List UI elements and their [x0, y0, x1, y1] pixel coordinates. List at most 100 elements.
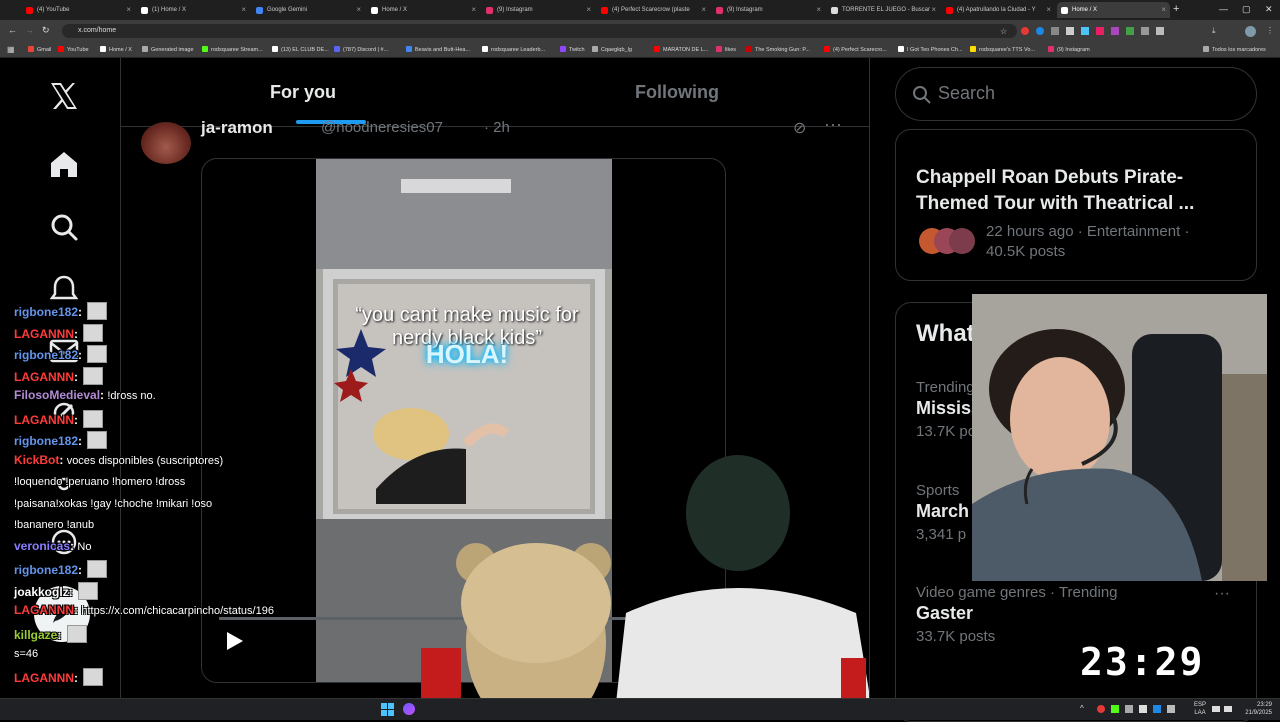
bookmark-item[interactable]: Home / X [100, 46, 132, 53]
trend-item-3[interactable]: Video game genres · Trending Gaster 33.7… [916, 584, 1118, 645]
browser-tab[interactable]: (4) Perfect Scarecrow (plaste × [597, 2, 710, 18]
tab-close-icon[interactable]: × [816, 5, 821, 14]
chat-separator: : [78, 434, 86, 448]
tab-close-icon[interactable]: × [241, 5, 246, 14]
search-placeholder: Search [938, 83, 996, 103]
chat-message: LAGANNN: [14, 323, 104, 342]
bookmark-favicon-icon [272, 46, 278, 52]
chat-separator: : [74, 369, 82, 384]
bookmark-item[interactable]: rodsquaree Stream... [202, 46, 263, 53]
search-box[interactable]: Search [895, 67, 1257, 121]
language-code: ESP [1194, 702, 1207, 708]
home-icon[interactable] [44, 144, 84, 184]
tab-for-you[interactable]: For you [270, 82, 336, 103]
bookmark-item[interactable]: Generated image [142, 46, 194, 53]
bookmark-item[interactable]: Gmail [28, 46, 51, 53]
menu-dots-icon[interactable]: ⋮ [1266, 26, 1274, 35]
bookmark-item[interactable]: YouTube [58, 46, 89, 53]
bookmark-item[interactable]: likes [716, 46, 736, 53]
bookmark-item[interactable]: Twitch [560, 46, 585, 53]
tab-close-icon[interactable]: × [586, 5, 591, 14]
bookmark-item[interactable]: MARATON DE L... [654, 46, 708, 53]
tab-close-icon[interactable]: × [701, 5, 706, 14]
minimize-icon[interactable]: — [1219, 4, 1228, 14]
bookmark-item[interactable]: Cqaeglqb_lg [592, 46, 632, 53]
trend-item-2[interactable]: Sports March 3,341 p [916, 482, 969, 543]
close-window-icon[interactable]: ✕ [1265, 4, 1273, 15]
download-icon[interactable]: ⤓ [1212, 26, 1216, 36]
extension-icons[interactable] [1020, 24, 1190, 38]
bookmark-item[interactable]: (13) EL CLUB DE... [272, 46, 329, 53]
tab-close-icon[interactable]: × [126, 5, 131, 14]
tab-favicon-icon [256, 6, 263, 14]
post-time[interactable]: · 2h [484, 119, 510, 136]
browser-tab[interactable]: (4) YouTube × [22, 2, 135, 18]
reload-icon[interactable]: ↻ [42, 25, 50, 36]
tray-icons[interactable] [1096, 703, 1186, 715]
bookmark-favicon-icon [654, 46, 660, 52]
chat-message: KickBot: voces disponibles (suscriptores… [14, 453, 223, 467]
chat-separator: : [74, 326, 82, 341]
tab-following[interactable]: Following [635, 82, 719, 103]
bookmark-item[interactable]: I Got Teo Phones Ch... [898, 46, 963, 53]
app-icon[interactable] [403, 703, 415, 715]
post-more-icon[interactable]: ··· [824, 114, 842, 135]
network-volume-icons[interactable] [1212, 704, 1238, 714]
bookmark-item[interactable]: rodsquaree Leaderb... [482, 46, 545, 53]
tray-chevron-icon[interactable]: ^ [1080, 704, 1084, 713]
bookmark-item[interactable]: Beavis and Butt-Hea... [406, 46, 470, 53]
bookmark-item[interactable]: The Smoking Gun: P... [746, 46, 810, 53]
trend-meta: 22 hours ago · Entertainment · 40.5K pos… [986, 223, 1190, 260]
post-author-name[interactable]: ja-ramon [201, 118, 273, 138]
tab-title: (9) Instagram [497, 7, 533, 13]
bookmark-item[interactable]: rodsquaree's TTS Vo... [970, 46, 1035, 53]
browser-tab[interactable]: TORRENTE EL JUEGO - Buscar × [827, 2, 940, 18]
url-field[interactable]: x.com/home [62, 24, 1017, 38]
browser-tab[interactable]: Home / X × [1057, 2, 1170, 18]
tab-close-icon[interactable]: × [1046, 5, 1051, 14]
x-logo-icon[interactable] [44, 76, 84, 116]
trend-news-card[interactable]: Chappell Roan Debuts Pirate-Themed Tour … [895, 129, 1257, 281]
explore-search-icon[interactable] [44, 207, 84, 247]
chat-separator: : [78, 305, 86, 319]
folder-icon [1203, 46, 1209, 52]
bookmark-item[interactable]: (9) Instagram [1048, 46, 1090, 53]
bookmark-favicon-icon [970, 46, 976, 52]
bookmark-star-icon[interactable]: ☆ [1000, 27, 1007, 36]
chat-message: rigbone182: [14, 302, 108, 320]
bookmark-item[interactable]: (787) Discord | #... [334, 46, 388, 53]
grok-explain-icon[interactable]: ⊘ [793, 118, 806, 138]
browser-tab[interactable]: (9) Instagram × [482, 2, 595, 18]
windows-taskbar: ^ ESP LAA 23:29 21/9/2025 [0, 698, 1280, 720]
tab-close-icon[interactable]: × [931, 5, 936, 14]
trend-headline[interactable]: Chappell Roan Debuts Pirate-Themed Tour … [916, 165, 1216, 217]
system-clock[interactable]: 23:29 21/9/2025 [1240, 701, 1272, 717]
chat-separator: : [57, 627, 65, 642]
bookmark-item[interactable]: (4) Perfect Scarecro... [824, 46, 887, 53]
browser-tab[interactable]: Home / X × [367, 2, 480, 18]
back-icon[interactable]: ← [8, 25, 17, 35]
tab-favicon-icon [831, 6, 838, 14]
language-indicator[interactable]: ESP LAA [1194, 701, 1206, 717]
author-avatar[interactable] [141, 122, 191, 164]
browser-tab[interactable]: (9) Instagram × [712, 2, 825, 18]
system-time: 23:29 [1256, 702, 1272, 708]
forward-icon[interactable]: → [25, 25, 34, 35]
browser-tab[interactable]: (4) Apatrullando la Ciudad - Y × [942, 2, 1055, 18]
chat-message: LAGANNN: https://x.com/chicacarpincho/st… [14, 603, 274, 617]
whats-happening-title: What [916, 320, 975, 347]
tab-close-icon[interactable]: × [1161, 5, 1166, 14]
all-bookmarks-folder[interactable]: Todos los marcadores [1203, 46, 1266, 53]
profile-avatar[interactable] [1245, 26, 1256, 37]
new-tab-button[interactable]: + [1173, 3, 1179, 15]
windows-start-icon[interactable] [381, 703, 394, 716]
apps-grid-icon[interactable]: ▦ [7, 45, 15, 54]
bookmark-favicon-icon [58, 46, 64, 52]
tab-close-icon[interactable]: × [471, 5, 476, 14]
tab-close-icon[interactable]: × [356, 5, 361, 14]
trend-more-icon[interactable]: ··· [1214, 585, 1230, 603]
maximize-icon[interactable]: ▢ [1242, 4, 1251, 15]
post-author-handle[interactable]: @noodneresies07 [321, 119, 443, 136]
browser-tab[interactable]: (1) Home / X × [137, 2, 250, 18]
browser-tab[interactable]: Google Gemini × [252, 2, 365, 18]
